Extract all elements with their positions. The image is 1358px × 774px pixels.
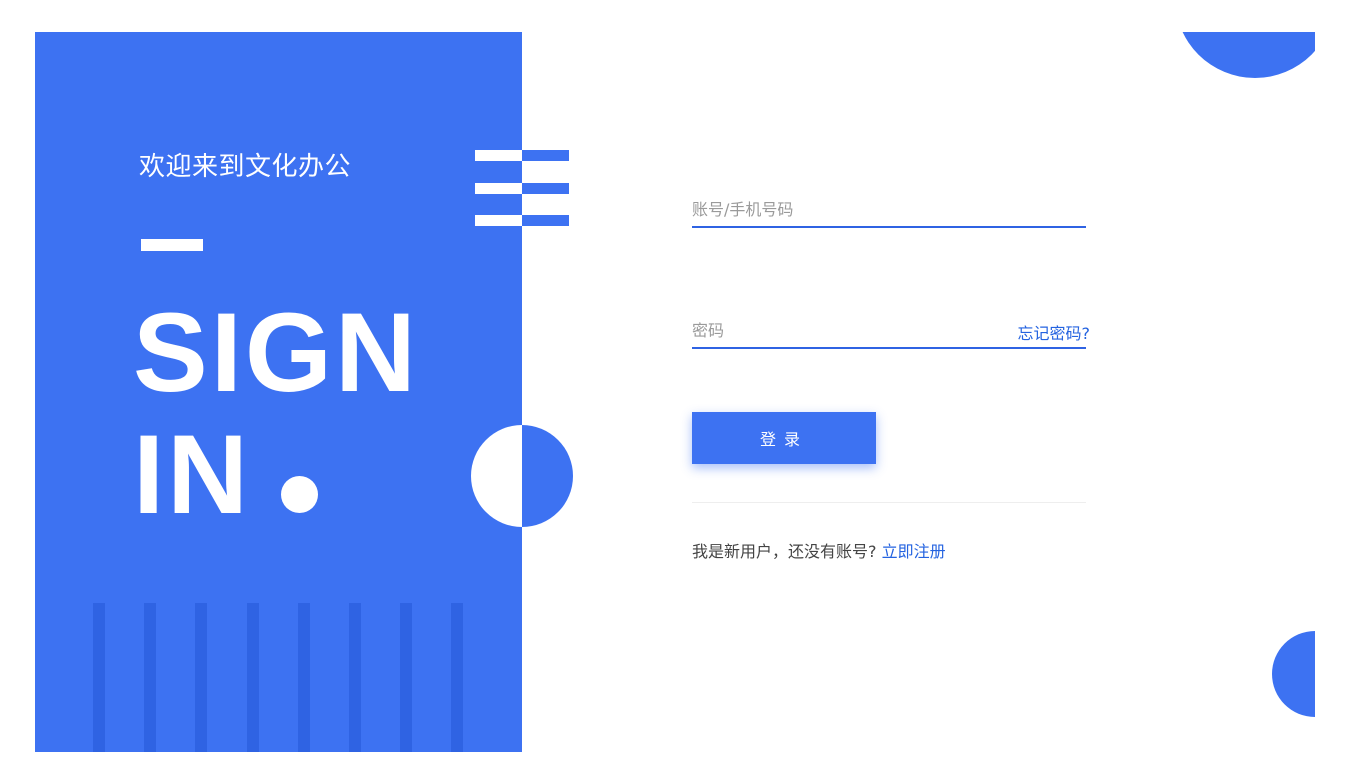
decorative-half-circle	[471, 425, 573, 527]
decorative-dash	[141, 239, 203, 251]
sign-in-page: 欢迎来到文化办公 SIGN IN 忘记密码? 登录 我是新用户，还没有账号? 立…	[0, 0, 1358, 774]
decorative-bar	[475, 150, 569, 161]
register-link[interactable]: 立即注册	[882, 542, 946, 561]
sign-in-headline-line2: IN	[133, 412, 251, 537]
decorative-bar	[475, 183, 569, 194]
decorative-stripe	[451, 603, 463, 752]
decorative-stripe	[298, 603, 310, 752]
password-field: 忘记密码?	[692, 315, 1090, 349]
register-prompt-text: 我是新用户，还没有账号?	[692, 542, 877, 561]
decorative-bar	[475, 215, 569, 226]
decorative-corner-shape-top	[1175, 32, 1315, 78]
register-prompt: 我是新用户，还没有账号? 立即注册	[692, 538, 946, 562]
decorative-stripe	[247, 603, 259, 752]
account-input[interactable]	[692, 194, 1086, 224]
decorative-stripe	[144, 603, 156, 752]
forgot-password-link[interactable]: 忘记密码?	[1018, 320, 1091, 344]
login-button[interactable]: 登录	[692, 412, 876, 464]
divider	[692, 502, 1086, 503]
decorative-stripe	[195, 603, 207, 752]
sign-in-headline-line1: SIGN	[133, 290, 419, 415]
decorative-stripe	[400, 603, 412, 752]
decorative-stripe	[349, 603, 361, 752]
brand-panel: 欢迎来到文化办公 SIGN IN	[35, 32, 522, 752]
welcome-heading: 欢迎来到文化办公	[139, 152, 352, 182]
decorative-dot	[281, 476, 318, 513]
account-field	[692, 194, 1086, 228]
decorative-stripe	[93, 603, 105, 752]
decorative-corner-shape-bottom	[1272, 631, 1315, 717]
